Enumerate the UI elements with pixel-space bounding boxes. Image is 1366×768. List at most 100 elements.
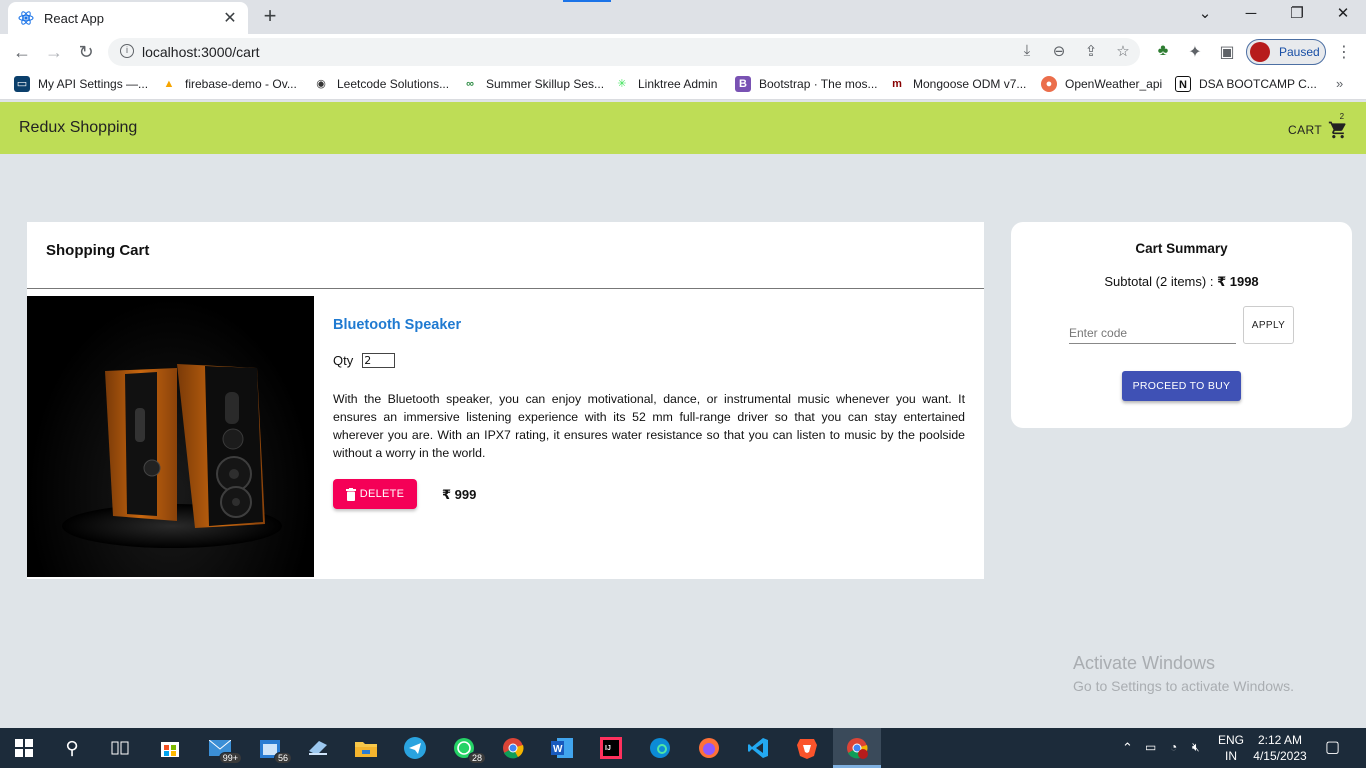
app-header: Redux Shopping CART 2: [0, 102, 1366, 154]
notion-icon: N: [1175, 76, 1191, 92]
linktree-icon: ✳: [617, 78, 627, 90]
bookmark-label: Leetcode Solutions...: [337, 77, 450, 91]
language-indicator[interactable]: ENG IN: [1218, 732, 1244, 764]
delete-item-button[interactable]: DELETE: [333, 479, 417, 509]
back-icon[interactable]: ←: [10, 40, 34, 64]
close-window-button[interactable]: ✕: [1320, 0, 1366, 30]
bookmark-star-icon[interactable]: ☆: [1114, 42, 1132, 60]
telegram-icon[interactable]: [401, 734, 429, 762]
apply-code-button[interactable]: APPLY: [1243, 306, 1294, 344]
edge-icon[interactable]: [646, 734, 674, 762]
api-icon: ▭: [14, 76, 30, 92]
system-clock[interactable]: 2:12 AM 4/15/2023: [1248, 732, 1312, 764]
file-explorer-icon[interactable]: [352, 734, 380, 762]
firefox-icon[interactable]: [695, 734, 723, 762]
close-tab-icon[interactable]: ✕: [222, 8, 238, 28]
quantity-input[interactable]: [362, 353, 396, 368]
quantity-row: Qty: [333, 353, 396, 368]
product-image: [27, 296, 314, 577]
subtotal: Subtotal (2 items) : ₹ 1998: [1011, 274, 1352, 290]
cart-heading: Shopping Cart: [46, 242, 150, 259]
microsoft-store-icon[interactable]: [156, 734, 184, 762]
activate-windows-watermark: Activate Windows Go to Settings to activ…: [1073, 653, 1294, 694]
bookmark-item[interactable]: ▲ firebase-demo - Ov...: [161, 76, 297, 92]
restore-button[interactable]: ❐: [1274, 0, 1320, 30]
chrome-icon[interactable]: [499, 734, 527, 762]
firebase-icon: ▲: [163, 78, 175, 90]
intellij-icon[interactable]: IJ: [597, 734, 625, 762]
site-info-icon[interactable]: i: [120, 44, 134, 58]
calendar-badge: 56: [273, 752, 292, 764]
vscode-icon[interactable]: [744, 734, 772, 762]
share-icon[interactable]: ⇪: [1082, 42, 1100, 60]
browser-menu-icon[interactable]: ⋮: [1336, 42, 1352, 62]
tab-title: React App: [44, 10, 104, 26]
cart-label: CART: [1288, 123, 1323, 137]
bookmark-item[interactable]: ● OpenWeather_api: [1041, 76, 1162, 92]
shopping-cart-panel: Shopping Cart Bluetooth Speaker Qty 2 Wi…: [27, 222, 984, 579]
profile-button[interactable]: Paused: [1246, 39, 1326, 65]
clock-date: 4/15/2023: [1253, 749, 1307, 763]
watermark-subtitle: Go to Settings to activate Windows.: [1073, 678, 1294, 694]
mail-icon[interactable]: 99+: [206, 734, 242, 764]
zoom-icon[interactable]: ⊖: [1050, 42, 1068, 60]
product-description: With the Bluetooth speaker, you can enjo…: [333, 392, 965, 460]
openweather-icon: ●: [1041, 76, 1057, 92]
whatsapp-icon[interactable]: 28: [450, 734, 486, 764]
bookmark-item[interactable]: ▭ My API Settings —...: [14, 76, 148, 92]
install-app-icon[interactable]: ⤓: [1018, 42, 1036, 60]
calendar-app-icon[interactable]: 56: [256, 734, 292, 764]
cart-link[interactable]: CART 2: [1288, 112, 1350, 140]
chrome-profile-icon[interactable]: [843, 734, 871, 762]
bookmark-item[interactable]: ∞ Summer Skillup Ses...: [462, 76, 604, 92]
more-bookmarks-icon[interactable]: »: [1336, 76, 1343, 91]
bookmark-item[interactable]: m Mongoose ODM v7...: [889, 76, 1026, 92]
side-panel-icon[interactable]: ▣: [1217, 42, 1237, 62]
windows-start-icon[interactable]: [10, 734, 38, 762]
brave-icon[interactable]: [793, 734, 821, 762]
gfg-icon: ∞: [466, 78, 474, 90]
remote-desktop-icon[interactable]: [304, 734, 332, 762]
extensions-puzzle-icon[interactable]: ✦: [1185, 42, 1205, 62]
tab-search-chevron-icon[interactable]: ⌄: [1182, 0, 1228, 30]
clock-time: 2:12 AM: [1257, 733, 1303, 747]
notification-center-icon[interactable]: ▢: [1325, 737, 1340, 757]
avatar: [1250, 42, 1270, 62]
bookmark-label: Bootstrap · The mos...: [759, 77, 878, 91]
bookmark-item[interactable]: N DSA BOOTCAMP C...: [1175, 76, 1317, 92]
task-view-icon[interactable]: [106, 734, 134, 762]
item-price: ₹ 999: [442, 487, 477, 502]
subtotal-value: ₹ 1998: [1217, 274, 1259, 289]
forward-icon[interactable]: →: [42, 40, 66, 64]
battery-icon[interactable]: ▭: [1145, 740, 1156, 754]
reload-icon[interactable]: ↻: [74, 40, 98, 64]
svg-text:W: W: [553, 744, 563, 755]
word-icon[interactable]: W: [548, 734, 576, 762]
minimize-button[interactable]: ─: [1228, 0, 1274, 30]
bookmark-label: Linktree Admin: [638, 77, 718, 91]
search-icon[interactable]: ⚲: [58, 734, 86, 762]
bookmark-label: DSA BOOTCAMP C...: [1199, 77, 1317, 91]
bookmarks-bar: ▭ My API Settings —... ▲ firebase-demo -…: [0, 70, 1366, 100]
html-extension-icon[interactable]: ♣: [1153, 42, 1173, 60]
app-title[interactable]: Redux Shopping: [19, 119, 137, 137]
bookmark-item[interactable]: B Bootstrap · The mos...: [735, 76, 878, 92]
github-icon: ◉: [316, 78, 326, 90]
proceed-to-buy-button[interactable]: PROCEED TO BUY: [1122, 371, 1241, 401]
watermark-title: Activate Windows: [1073, 653, 1216, 673]
address-bar[interactable]: i localhost:3000/cart ⤓ ⊖ ⇪ ☆: [108, 38, 1140, 66]
volume-muted-icon[interactable]: 🔇︎: [1192, 740, 1200, 755]
cart-count-badge: 2: [1339, 112, 1345, 121]
bookmark-label: Mongoose ODM v7...: [913, 77, 1027, 91]
new-tab-button[interactable]: +: [256, 4, 284, 30]
promo-code-input[interactable]: [1069, 322, 1236, 344]
wifi-icon[interactable]: ◔: [1170, 740, 1177, 754]
bookmark-item[interactable]: ◉ Leetcode Solutions...: [313, 76, 449, 92]
product-name-link[interactable]: Bluetooth Speaker: [333, 317, 461, 333]
url-text[interactable]: localhost:3000/cart: [142, 44, 260, 60]
bookmark-item[interactable]: ✳ Linktree Admin: [614, 76, 717, 92]
region-code: IN: [1225, 749, 1237, 763]
tabstrip-indicator: [563, 0, 611, 2]
show-hidden-icons-chevron-icon[interactable]: ⌃: [1122, 740, 1133, 756]
browser-tab-react-app[interactable]: React App ✕: [8, 2, 248, 34]
